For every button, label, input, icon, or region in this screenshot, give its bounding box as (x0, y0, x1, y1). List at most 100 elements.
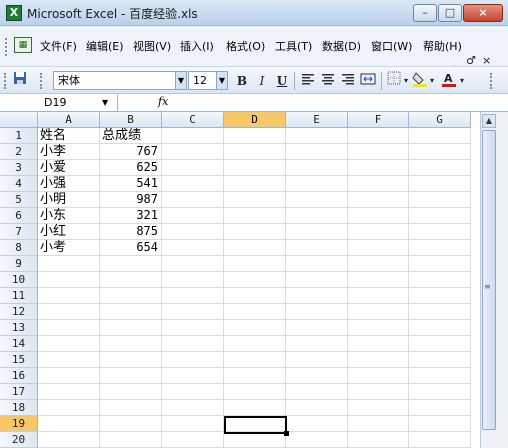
row-header[interactable]: 13 (0, 320, 38, 336)
cell-a9[interactable] (38, 256, 100, 272)
cell-c20[interactable] (162, 432, 224, 448)
cell-b5[interactable]: 987 (100, 192, 162, 208)
cell-a18[interactable] (38, 400, 100, 416)
column-header-g[interactable]: G (409, 112, 471, 128)
cell-b11[interactable] (100, 288, 162, 304)
cell-b6[interactable]: 321 (100, 208, 162, 224)
fill-handle[interactable] (284, 431, 289, 436)
cell-e10[interactable] (286, 272, 348, 288)
merge-center-icon[interactable] (359, 71, 377, 91)
cell-d12[interactable] (224, 304, 286, 320)
cell-a4[interactable]: 小强 (38, 176, 100, 192)
cell-a6[interactable]: 小东 (38, 208, 100, 224)
fill-color-icon[interactable] (411, 71, 429, 91)
cell-g16[interactable] (409, 368, 471, 384)
cell-g5[interactable] (409, 192, 471, 208)
cell-g8[interactable] (409, 240, 471, 256)
cell-g2[interactable] (409, 144, 471, 160)
cell-c2[interactable] (162, 144, 224, 160)
row-header[interactable]: 3 (0, 160, 38, 176)
cell-a15[interactable] (38, 352, 100, 368)
cell-g9[interactable] (409, 256, 471, 272)
row-header[interactable]: 17 (0, 384, 38, 400)
align-left-icon[interactable] (299, 71, 317, 91)
cell-g7[interactable] (409, 224, 471, 240)
cell-a19[interactable] (38, 416, 100, 432)
menu-view[interactable]: 视图(V) (131, 37, 173, 55)
cell-d6[interactable] (224, 208, 286, 224)
underline-button[interactable]: U (274, 71, 290, 91)
cell-e4[interactable] (286, 176, 348, 192)
cell-d8[interactable] (224, 240, 286, 256)
workbook-icon[interactable]: ▦ (14, 37, 32, 53)
cell-c13[interactable] (162, 320, 224, 336)
cell-f13[interactable] (348, 320, 409, 336)
cell-f8[interactable] (348, 240, 409, 256)
cell-c15[interactable] (162, 352, 224, 368)
row-header[interactable]: 2 (0, 144, 38, 160)
cell-f5[interactable] (348, 192, 409, 208)
row-header[interactable]: 14 (0, 336, 38, 352)
cell-b13[interactable] (100, 320, 162, 336)
cell-b2[interactable]: 767 (100, 144, 162, 160)
cell-f10[interactable] (348, 272, 409, 288)
fill-color-dropdown-icon[interactable]: ▾ (428, 71, 436, 91)
row-header[interactable]: 11 (0, 288, 38, 304)
cell-d1[interactable] (224, 128, 286, 144)
cell-f3[interactable] (348, 160, 409, 176)
column-header-a[interactable]: A (38, 112, 100, 128)
cell-e11[interactable] (286, 288, 348, 304)
cell-c10[interactable] (162, 272, 224, 288)
cell-e1[interactable] (286, 128, 348, 144)
menu-file[interactable]: 文件(F) (38, 37, 79, 55)
scroll-up-icon[interactable]: ▲ (482, 114, 496, 128)
cell-a10[interactable] (38, 272, 100, 288)
cell-f9[interactable] (348, 256, 409, 272)
cell-f12[interactable] (348, 304, 409, 320)
cell-b10[interactable] (100, 272, 162, 288)
align-right-icon[interactable] (339, 71, 357, 91)
cell-e8[interactable] (286, 240, 348, 256)
insert-function-button[interactable]: fx (158, 95, 168, 108)
row-header[interactable]: 12 (0, 304, 38, 320)
cell-e17[interactable] (286, 384, 348, 400)
cell-d2[interactable] (224, 144, 286, 160)
cell-f19[interactable] (348, 416, 409, 432)
cell-a12[interactable] (38, 304, 100, 320)
cell-a5[interactable]: 小明 (38, 192, 100, 208)
worksheet-grid[interactable]: ABCDEFG 1 姓名 总成绩 2 小李 767 3 小爱 625 4 小强 541 5 小明 987 6 小… (0, 112, 480, 448)
cell-c4[interactable] (162, 176, 224, 192)
menu-tools[interactable]: 工具(T) (273, 37, 314, 55)
cell-b16[interactable] (100, 368, 162, 384)
cell-d5[interactable] (224, 192, 286, 208)
cell-c18[interactable] (162, 400, 224, 416)
cell-d7[interactable] (224, 224, 286, 240)
row-header[interactable]: 15 (0, 352, 38, 368)
cell-g20[interactable] (409, 432, 471, 448)
toolbar-grip-handle-2[interactable] (40, 73, 43, 89)
cell-e9[interactable] (286, 256, 348, 272)
cell-f17[interactable] (348, 384, 409, 400)
cell-f18[interactable] (348, 400, 409, 416)
cell-g17[interactable] (409, 384, 471, 400)
cell-d3[interactable] (224, 160, 286, 176)
cell-d11[interactable] (224, 288, 286, 304)
italic-button[interactable]: I (254, 71, 270, 91)
cell-b17[interactable] (100, 384, 162, 400)
font-dropdown-icon[interactable]: ▼ (175, 71, 187, 90)
minimize-button[interactable]: – (413, 4, 437, 22)
column-header-d[interactable]: D (224, 112, 286, 128)
menu-data[interactable]: 数据(D) (320, 37, 363, 55)
cell-c8[interactable] (162, 240, 224, 256)
cell-c5[interactable] (162, 192, 224, 208)
column-header-c[interactable]: C (162, 112, 224, 128)
row-header[interactable]: 16 (0, 368, 38, 384)
row-header[interactable]: 8 (0, 240, 38, 256)
row-header[interactable]: 19 (0, 416, 38, 432)
row-header[interactable]: 5 (0, 192, 38, 208)
cell-g18[interactable] (409, 400, 471, 416)
scroll-thumb[interactable] (482, 130, 496, 430)
cell-a2[interactable]: 小李 (38, 144, 100, 160)
cell-e13[interactable] (286, 320, 348, 336)
cell-e12[interactable] (286, 304, 348, 320)
